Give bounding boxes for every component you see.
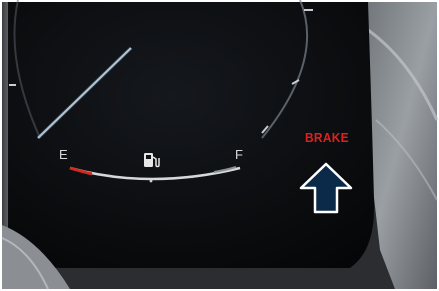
- fuel-empty-label: E: [59, 147, 68, 162]
- brake-warning-label: BRAKE: [305, 130, 349, 145]
- instrument-cluster-photo: E F BRAKE: [0, 0, 439, 291]
- fuel-full-label: F: [235, 147, 243, 162]
- fuel-pump-icon: [144, 153, 160, 168]
- cluster-background: [0, 0, 439, 291]
- arrow-up-icon: [299, 162, 353, 214]
